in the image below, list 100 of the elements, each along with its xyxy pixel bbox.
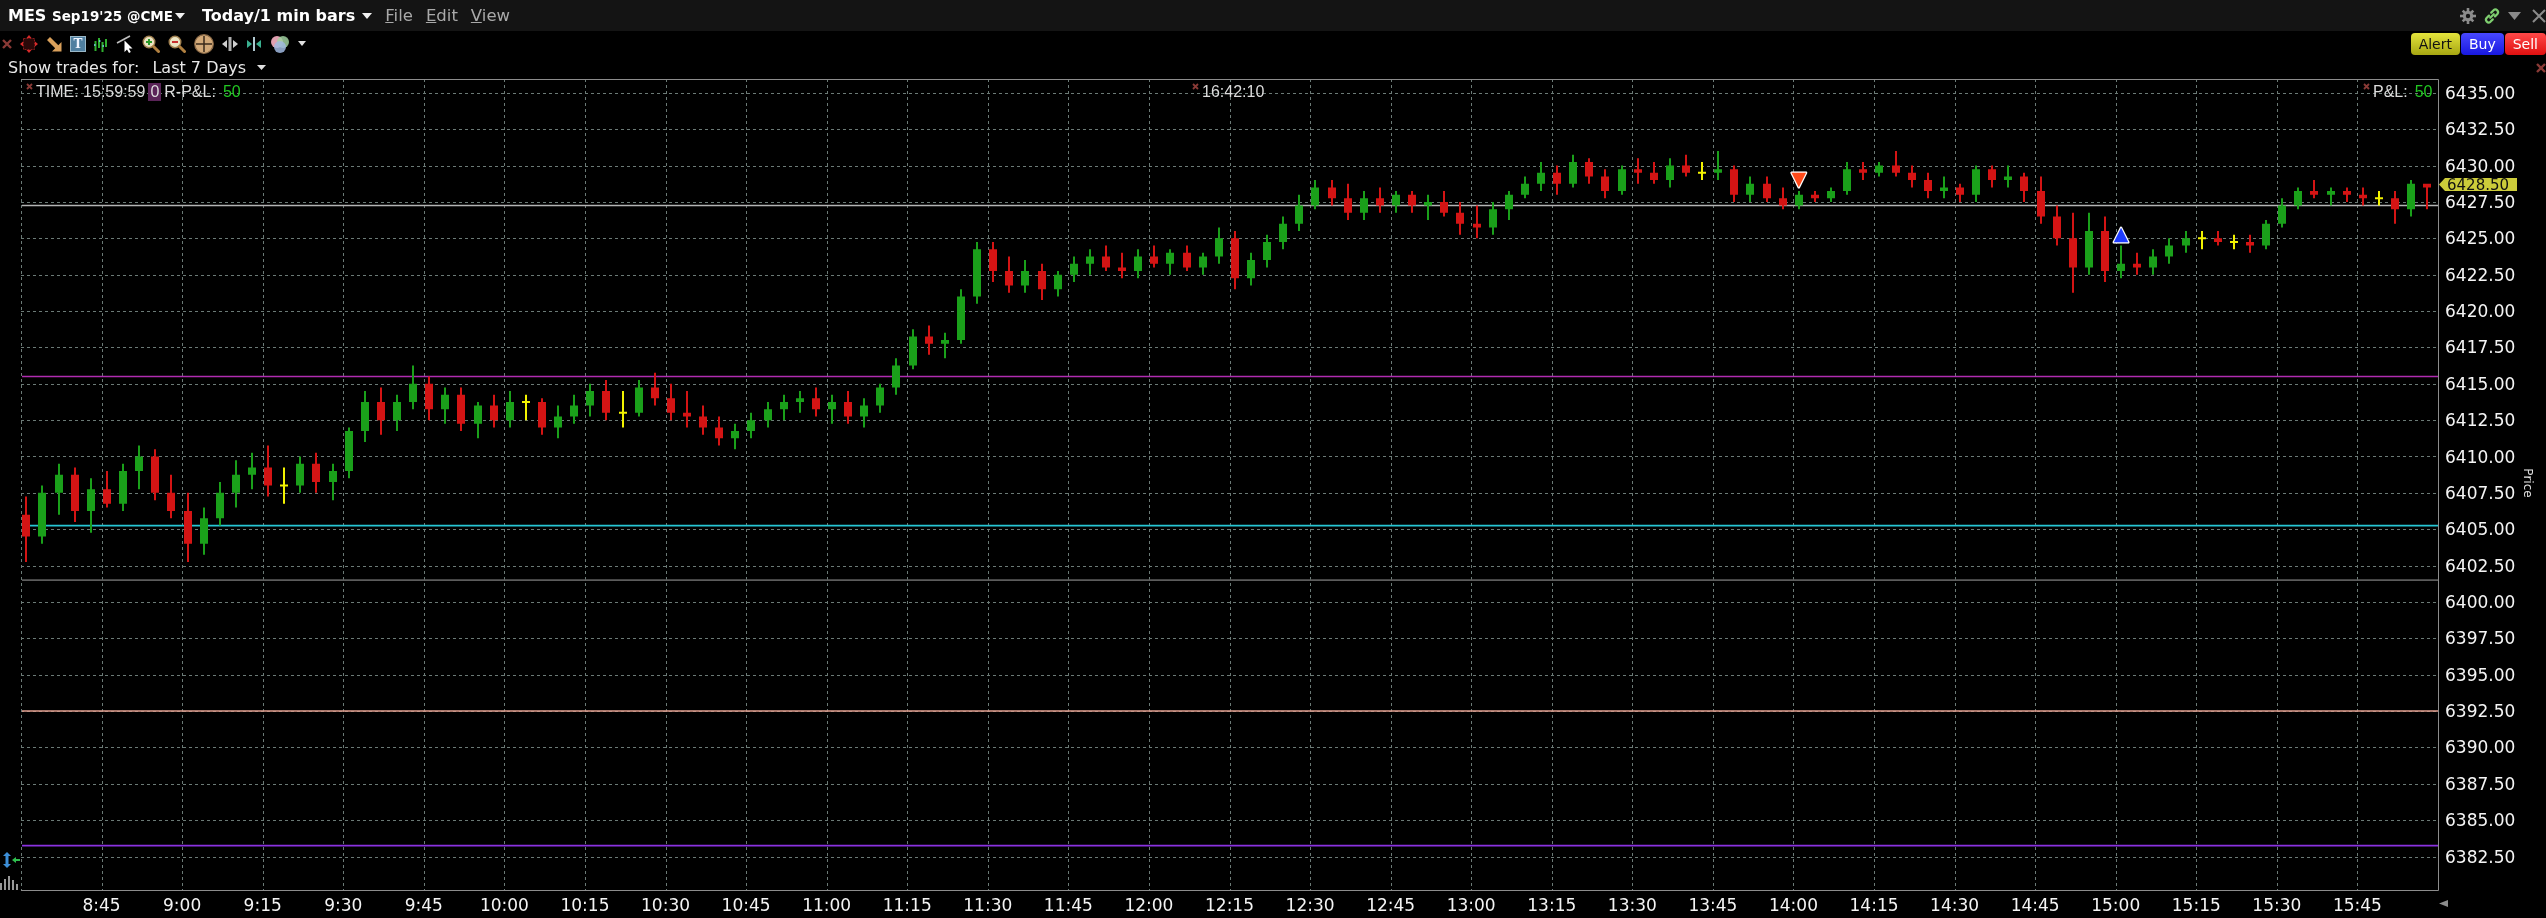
candlestick (1714, 151, 1722, 181)
candlestick (602, 380, 610, 421)
line-cursor-icon[interactable] (116, 34, 134, 53)
candlestick (731, 423, 739, 450)
merge-arrows-icon[interactable] (246, 35, 262, 52)
buy-button[interactable]: Buy (2460, 32, 2504, 55)
time-axis-label: 10:45 (721, 895, 771, 915)
candlestick (2085, 212, 2093, 275)
candlestick (2407, 180, 2415, 217)
close-icon[interactable] (1192, 83, 1199, 90)
time-axis-label: 11:45 (1043, 895, 1093, 915)
candlestick (103, 471, 111, 508)
sell-button[interactable]: Sell (2504, 32, 2546, 55)
candlestick (538, 398, 546, 435)
time-axis-label: 14:15 (1849, 895, 1899, 915)
left-arrow-icon[interactable] (2439, 900, 2448, 907)
candlestick (1940, 176, 1948, 199)
split-arrows-icon[interactable] (222, 35, 238, 52)
close-icon[interactable] (26, 83, 33, 90)
candlestick (683, 391, 691, 428)
candlestick (522, 394, 530, 421)
candlestick (860, 398, 868, 428)
candlestick (715, 416, 723, 446)
period-dropdown[interactable]: Today/1 min bars (201, 5, 373, 26)
candlestick (216, 481, 224, 526)
bar-chart-icon[interactable] (94, 35, 108, 52)
crosshair-circle-icon[interactable] (194, 33, 214, 54)
candlestick (989, 241, 997, 282)
candlestick (1102, 245, 1110, 271)
settings-icon[interactable] (2460, 7, 2476, 24)
price-axis-label: 6417.50 (2445, 337, 2516, 358)
cursor-arrow-icon[interactable] (46, 35, 62, 52)
overlapping-circles-icon[interactable] (270, 34, 290, 53)
candlestick (409, 365, 417, 410)
menu-item[interactable]: File (385, 6, 413, 25)
price-axis-label: 6387.50 (2445, 773, 2516, 794)
candlestick (38, 485, 46, 544)
candlestick (876, 383, 884, 413)
symbol-dropdown[interactable]: MES Sep19'25 @CME (8, 5, 185, 26)
candlestick (2375, 191, 2383, 206)
candlestick (2310, 180, 2318, 199)
candlestick (828, 394, 836, 424)
zoom-in-icon[interactable] (142, 34, 160, 53)
close-icon[interactable] (2, 38, 12, 49)
time-axis-label: 13:30 (1607, 895, 1657, 915)
candlestick (1183, 245, 1191, 271)
menu-item[interactable]: View (470, 6, 511, 25)
candlestick (812, 387, 820, 417)
time-axis-label: 15:30 (2252, 895, 2302, 915)
price-axis-label: 6435.00 (2445, 82, 2516, 103)
candlestick (2391, 191, 2399, 224)
price-axis-label: 6425.00 (2445, 228, 2516, 249)
candlestick (474, 401, 482, 439)
candlestick (2262, 220, 2270, 250)
candlestick (2165, 238, 2173, 264)
candlestick (973, 241, 981, 304)
cursor-time-readout: 16:42:10 (1202, 83, 1265, 101)
candlestick (393, 394, 401, 432)
candlestick (200, 507, 208, 555)
price-axis-label: 6415.00 (2445, 373, 2516, 394)
candlestick (1553, 165, 1561, 195)
candlestick (377, 387, 385, 435)
candlestick (2149, 249, 2157, 275)
expand-arrows-icon[interactable] (20, 34, 38, 53)
candlestick (2198, 231, 2206, 250)
price-axis-label: 6422.50 (2445, 264, 2516, 285)
candlestick (1505, 191, 1513, 221)
price-axis-label: 6400.00 (2445, 591, 2516, 612)
candlestick (1376, 187, 1384, 213)
candlestick (1875, 161, 1883, 177)
candlestick (1005, 256, 1013, 293)
time-axis-label: 15:00 (2091, 895, 2141, 915)
candlestick (1730, 165, 1738, 202)
text-tool-button[interactable]: T (70, 35, 86, 52)
candlestick (2343, 187, 2351, 202)
time-axis-label: 11:15 (882, 895, 932, 915)
caret-icon[interactable] (298, 41, 306, 46)
price-axis-label: 6385.00 (2445, 810, 2516, 831)
link-icon[interactable] (2483, 6, 2501, 25)
volume-bars-icon[interactable] (0, 874, 20, 890)
trades-period-dropdown[interactable]: Last 7 Days (152, 58, 267, 77)
candlestick (1021, 260, 1029, 293)
candlestick (1215, 227, 1223, 264)
close-icon[interactable] (2532, 8, 2546, 23)
candlestick (1988, 165, 1996, 188)
candlestick (2246, 234, 2254, 253)
close-icon[interactable] (2363, 83, 2370, 90)
alert-button[interactable]: Alert (2410, 32, 2460, 55)
zoom-out-icon[interactable] (168, 34, 186, 53)
candlestick (2423, 183, 2431, 210)
candlestick (71, 467, 79, 522)
candlestick (1311, 180, 1319, 210)
candlestick (1263, 234, 1271, 268)
candlestick (925, 325, 933, 355)
position-readout: 0 (148, 83, 162, 101)
vertical-arrows-icon[interactable] (2, 852, 20, 868)
close-icon[interactable] (2536, 62, 2546, 73)
menu-item[interactable]: Edit (425, 6, 458, 25)
candlestick (506, 391, 514, 428)
candlestick (1295, 194, 1303, 231)
